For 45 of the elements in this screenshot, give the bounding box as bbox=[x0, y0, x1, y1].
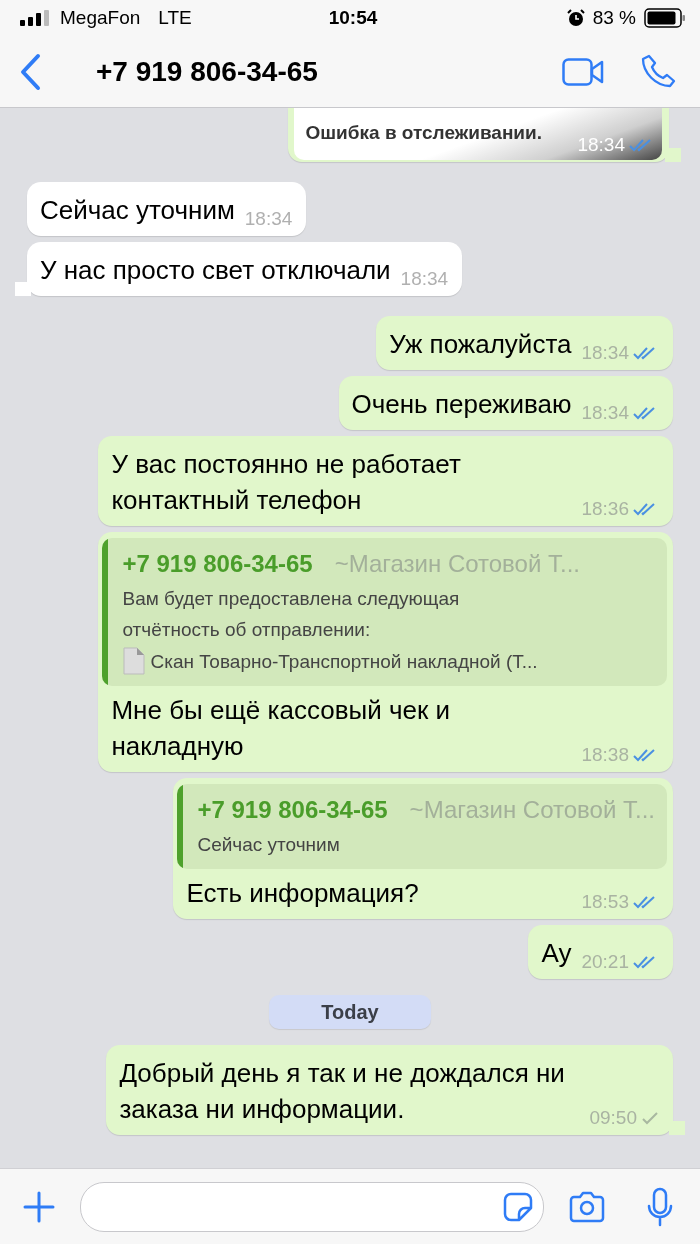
video-call-button[interactable] bbox=[562, 57, 604, 86]
quote-group-name: ~Магазин Сотовой Т... bbox=[334, 549, 580, 579]
attach-button[interactable] bbox=[22, 1189, 56, 1224]
camera-button[interactable] bbox=[568, 1190, 606, 1223]
message-text: Сейчас уточним bbox=[40, 194, 235, 227]
message-time: 18:53 bbox=[581, 891, 629, 913]
message-text: Есть информация? bbox=[186, 877, 419, 910]
quote-sender: +7 919 806-34-65 bbox=[197, 795, 388, 825]
date-separator: Today bbox=[269, 995, 431, 1029]
message-text: У нас просто свет отключали bbox=[40, 254, 391, 287]
quote-text: Вам будет предоставлена следующая bbox=[122, 587, 461, 611]
message-time: 18:34 bbox=[577, 134, 625, 156]
message-time: 20:21 bbox=[581, 951, 629, 973]
message-text: Очень переживаю bbox=[351, 388, 572, 421]
quote-text: Сейчас уточним bbox=[197, 833, 341, 857]
quote-group-name: ~Магазин Сотовой Т... bbox=[409, 795, 655, 825]
message-text: Мне бы ещё кассовый чек и накладную bbox=[111, 694, 452, 763]
quote-text: отчётность об отправлении: bbox=[122, 618, 372, 642]
message-time: 18:34 bbox=[244, 208, 293, 230]
message-time: 18:36 bbox=[581, 498, 629, 520]
quoted-message[interactable]: +7 919 806-34-65 ~Магазин Сотовой Т... Вам будет предоставлена следующая отчётность об отправлении: Скан Товарно-Транспортной накладной (Т... bbox=[102, 538, 667, 686]
message-text: Добрый день я так и не дождался ни заказа ни информации. bbox=[119, 1057, 566, 1126]
clock-time: 10:54 bbox=[328, 7, 378, 29]
message-text: У вас постоянно не работает контактный телефон bbox=[111, 448, 462, 517]
sticker-button[interactable] bbox=[503, 1191, 533, 1222]
message-text: Уж пожалуйста bbox=[389, 328, 572, 361]
message-time: 09:50 bbox=[589, 1107, 637, 1129]
document-icon bbox=[122, 646, 147, 676]
message-time: 18:34 bbox=[581, 402, 629, 424]
message-time: 18:34 bbox=[581, 342, 629, 364]
battery-percent: 83 % bbox=[592, 7, 636, 29]
message-time: 18:34 bbox=[400, 268, 449, 290]
battery-icon bbox=[644, 8, 686, 28]
message-input-field[interactable] bbox=[80, 1181, 544, 1232]
carrier-name: MegaFon bbox=[60, 7, 141, 29]
quote-file-name: Скан Товарно-Транспортной накладной (Т... bbox=[150, 649, 538, 674]
microphone-button[interactable] bbox=[646, 1186, 674, 1227]
phone-call-button[interactable] bbox=[640, 53, 676, 90]
message-time: 18:38 bbox=[581, 744, 629, 766]
network-type: LTE bbox=[158, 7, 192, 29]
quoted-message[interactable]: +7 919 806-34-65 ~Магазин Сотовой Т... Сейчас уточним bbox=[177, 784, 667, 869]
alarm-clock-icon bbox=[566, 9, 585, 27]
quote-sender: +7 919 806-34-65 bbox=[122, 549, 313, 579]
contact-title: +7 919 806-34-65 bbox=[96, 55, 319, 88]
message-text: Ау bbox=[541, 937, 572, 970]
